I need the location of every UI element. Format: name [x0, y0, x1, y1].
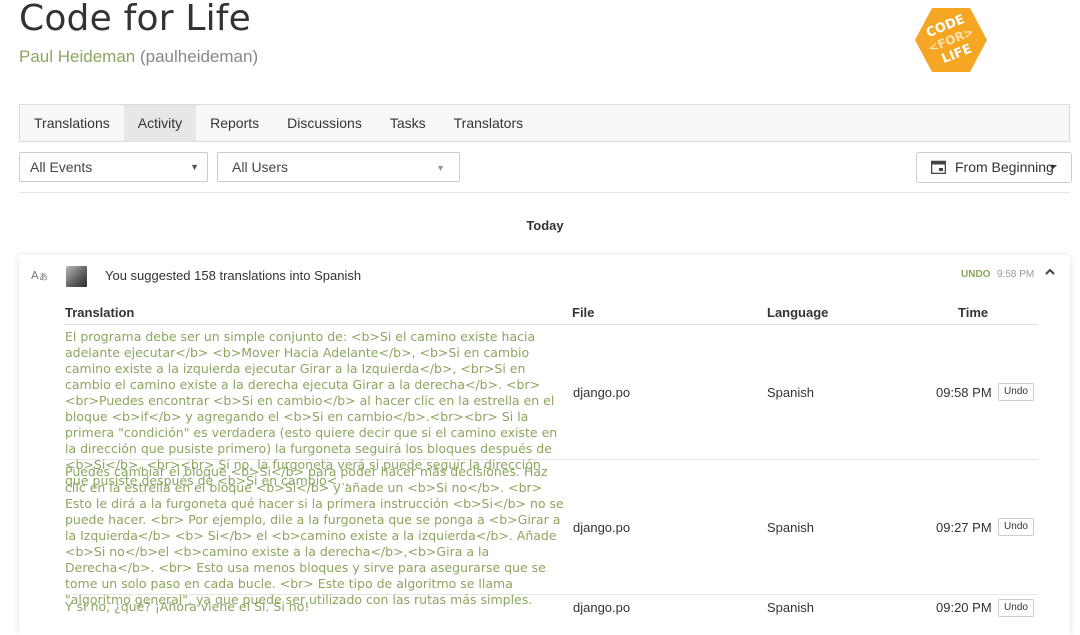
svg-text:あ: あ: [39, 272, 48, 282]
calendar-icon: [931, 160, 946, 174]
row-time: 09:20 PM: [936, 600, 992, 615]
column-header-translation: Translation: [65, 305, 135, 320]
translation-text[interactable]: Y si no, ¿qué? ¡Ahora viene el Si. Si no…: [65, 599, 565, 615]
date-range-label: From Beginning: [955, 159, 1054, 175]
users-filter-select[interactable]: All Users ▼: [217, 152, 460, 182]
column-header-time: Time: [958, 305, 989, 320]
table-row: Puedes cambiar el bloque <b>Si</b> para …: [64, 460, 1038, 607]
avatar[interactable]: [66, 266, 87, 287]
language: Spanish: [767, 520, 814, 535]
day-heading: Today: [526, 218, 564, 233]
translate-icon: A あ: [31, 269, 48, 282]
tab-reports[interactable]: Reports: [196, 105, 273, 141]
row-time: 09:27 PM: [936, 520, 992, 535]
chevron-down-icon: ▼: [436, 163, 445, 173]
tab-translations[interactable]: Translations: [20, 105, 124, 141]
activity-time: 9:58 PM: [997, 269, 1035, 280]
date-range-button[interactable]: From Beginning: [916, 152, 1072, 183]
tab-activity[interactable]: Activity: [123, 105, 197, 141]
activity-summary: You suggested 158 translations into Span…: [105, 268, 362, 283]
activity-card: A あ You suggested 158 translations into …: [19, 255, 1070, 635]
svg-text:A: A: [31, 269, 39, 282]
select-arrow-icon: ▼: [190, 162, 199, 172]
row-time: 09:58 PM: [936, 385, 992, 400]
project-nav: Translations Activity Reports Discussion…: [19, 104, 1070, 142]
table-row: El programa debe ser un simple conjunto …: [64, 325, 1038, 488]
undo-button[interactable]: Undo: [998, 518, 1034, 536]
language: Spanish: [767, 600, 814, 615]
owner-handle: (paulheideman): [139, 47, 259, 66]
chevron-up-icon[interactable]: [1045, 267, 1055, 277]
undo-all-link[interactable]: UNDO: [961, 269, 990, 280]
project-title: Code for Life: [19, 0, 252, 39]
undo-button[interactable]: Undo: [998, 599, 1034, 617]
translation-text[interactable]: Puedes cambiar el bloque <b>Si</b> para …: [65, 464, 565, 608]
tab-discussions[interactable]: Discussions: [273, 105, 376, 141]
owner-name-link[interactable]: Paul Heideman: [19, 47, 135, 66]
divider: [19, 192, 1070, 193]
file-name: django.po: [573, 600, 631, 615]
undo-button[interactable]: Undo: [998, 383, 1034, 401]
tab-tasks[interactable]: Tasks: [376, 105, 440, 141]
column-header-language: Language: [767, 305, 829, 320]
events-filter-select[interactable]: All Events ▼: [19, 152, 208, 182]
table-row: Y si no, ¿qué? ¡Ahora viene el Si. Si no…: [64, 595, 1038, 635]
file-name: django.po: [573, 385, 631, 400]
events-filter-value: All Events: [30, 159, 93, 175]
users-filter-value: All Users: [232, 159, 289, 175]
language: Spanish: [767, 385, 814, 400]
caret-down-icon: [1049, 165, 1057, 169]
column-header-file: File: [572, 305, 595, 320]
project-owner: Paul Heideman (paulheideman): [19, 47, 258, 67]
file-name: django.po: [573, 520, 631, 535]
tab-translators[interactable]: Translators: [440, 105, 538, 141]
code-for-life-logo: CODE <FOR> LIFE: [915, 8, 987, 72]
